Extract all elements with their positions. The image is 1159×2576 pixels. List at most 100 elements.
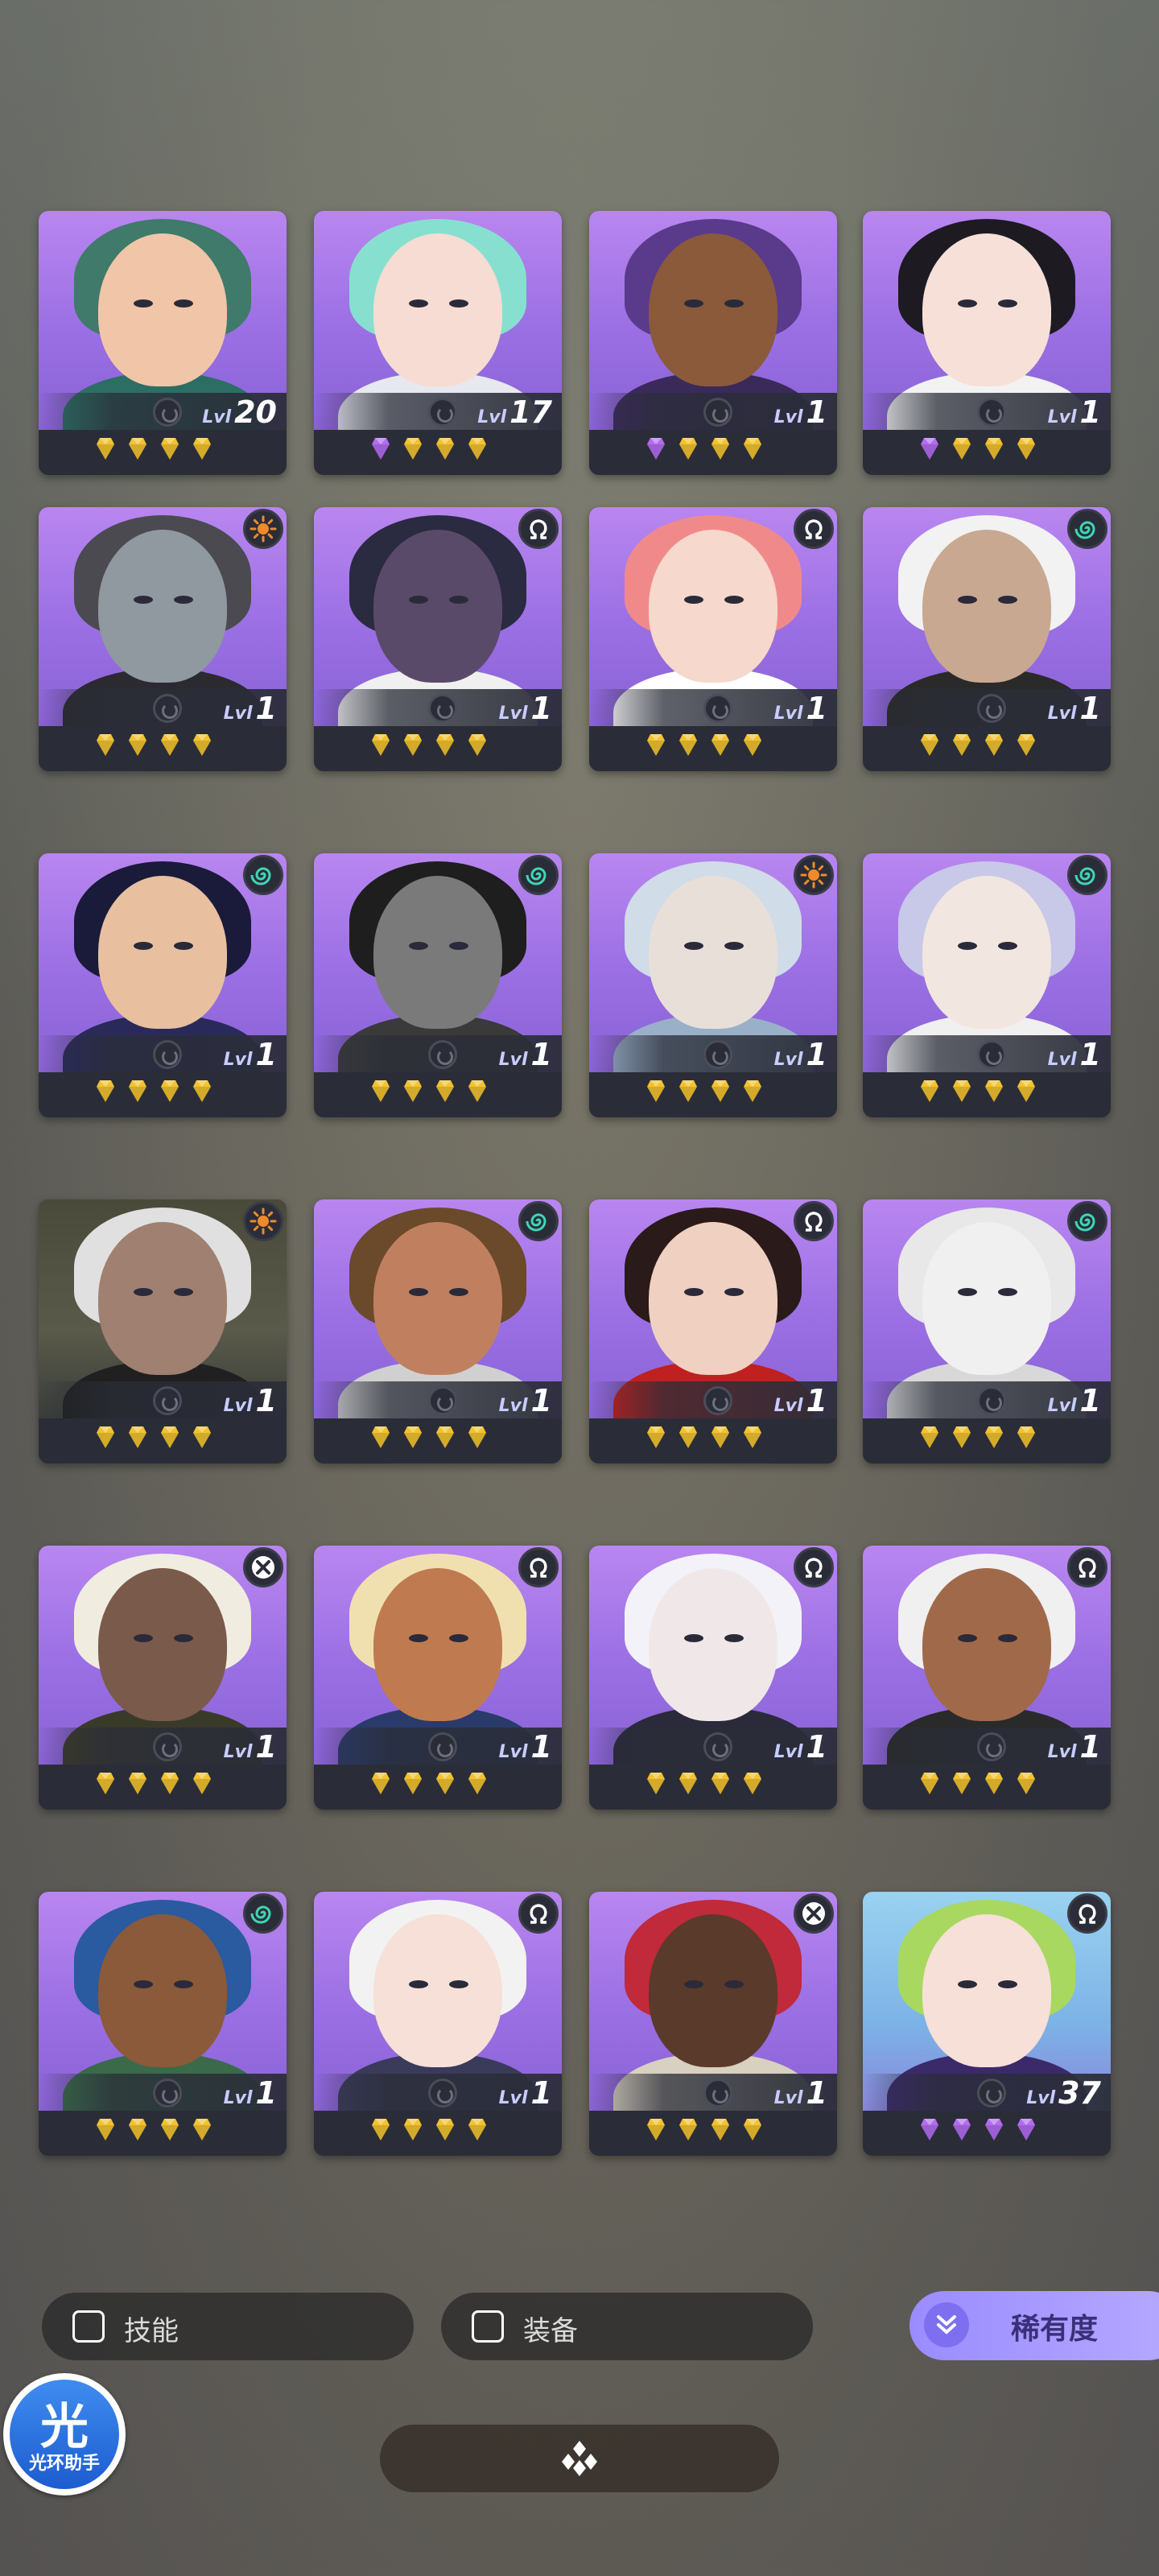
- gem-icon: [711, 733, 729, 757]
- equipment-checkbox[interactable]: [472, 2310, 504, 2343]
- gem-icon: [129, 733, 146, 757]
- level-label: Lvl: [223, 2088, 253, 2108]
- hero-card[interactable]: Lvl 1: [39, 1199, 287, 1463]
- level-number: 1: [530, 691, 552, 726]
- portrait-eye: [998, 1634, 1017, 1642]
- gem-icon: [744, 1771, 761, 1795]
- rarity-gems: [863, 436, 1111, 469]
- hero-card[interactable]: Lvl 1: [863, 211, 1111, 475]
- gem-icon: [193, 733, 211, 757]
- assistant-floating-button[interactable]: 光 光环助手: [3, 2373, 126, 2496]
- exp-ring-icon: [977, 1040, 1006, 1069]
- level-number: 1: [255, 1729, 277, 1765]
- gem-icon: [953, 436, 971, 460]
- hero-level: Lvl 1: [774, 1037, 827, 1072]
- level-label: Lvl: [1047, 1050, 1077, 1070]
- spiral-element-icon: [243, 1893, 283, 1934]
- hero-card[interactable]: Lvl 20: [39, 211, 287, 475]
- hero-card[interactable]: Lvl 1: [863, 1546, 1111, 1810]
- gem-icon: [985, 2117, 1003, 2141]
- hero-card[interactable]: Lvl 1: [863, 507, 1111, 771]
- spiral-element-icon: [1067, 509, 1107, 549]
- gem-icon: [97, 1079, 114, 1103]
- portrait-eye: [134, 942, 153, 950]
- exp-ring-icon: [703, 1040, 732, 1069]
- omega-element-icon: [518, 1893, 559, 1934]
- hero-card[interactable]: Lvl 1: [589, 1892, 837, 2156]
- exp-ring-icon: [153, 1732, 182, 1761]
- omega-element-icon: [794, 1547, 834, 1587]
- exp-ring-icon: [428, 398, 457, 427]
- layout-toggle-button[interactable]: [380, 2425, 779, 2492]
- equipment-filter-label: 装备: [523, 2315, 578, 2347]
- portrait-eye: [134, 1634, 153, 1642]
- hero-card[interactable]: Lvl 1: [39, 1892, 287, 2156]
- exp-ring-icon: [428, 2079, 457, 2107]
- level-label: Lvl: [498, 2088, 528, 2108]
- exp-ring-icon: [977, 1386, 1006, 1415]
- gem-icon: [404, 1771, 422, 1795]
- level-number: 1: [1079, 394, 1101, 430]
- portrait-face: [373, 233, 502, 386]
- hero-card[interactable]: Lvl 1: [314, 1892, 562, 2156]
- hero-card[interactable]: Lvl 1: [589, 1546, 837, 1810]
- filter-toolbar: 技能 装备 稀有度: [0, 2291, 1159, 2367]
- level-label: Lvl: [223, 1742, 253, 1762]
- hero-card[interactable]: Lvl 1: [314, 507, 562, 771]
- omega-element-icon: [518, 509, 559, 549]
- assistant-name: 光环助手: [28, 2454, 100, 2474]
- hero-card[interactable]: Lvl 1: [314, 1546, 562, 1810]
- portrait-face: [649, 876, 777, 1029]
- hero-card[interactable]: Lvl 37: [863, 1892, 1111, 2156]
- rarity-gems: [863, 1079, 1111, 1111]
- hero-card[interactable]: Lvl 1: [589, 507, 837, 771]
- level-number: 1: [255, 1037, 277, 1072]
- gem-icon: [129, 2117, 146, 2141]
- gem-icon: [744, 436, 761, 460]
- hero-card[interactable]: Lvl 1: [39, 507, 287, 771]
- level-label: Lvl: [1047, 1742, 1077, 1762]
- hero-card[interactable]: Lvl 1: [589, 853, 837, 1117]
- portrait-eye: [174, 299, 193, 308]
- portrait-face: [98, 1222, 227, 1375]
- hero-card[interactable]: Lvl 17: [314, 211, 562, 475]
- hero-card[interactable]: Lvl 1: [39, 1546, 287, 1810]
- portrait-face: [922, 233, 1051, 386]
- portrait-eye: [724, 1980, 744, 1988]
- portrait-eye: [134, 1980, 153, 1988]
- exp-ring-icon: [703, 398, 732, 427]
- gem-icon: [161, 1425, 179, 1449]
- equipment-filter-toggle[interactable]: 装备: [441, 2293, 813, 2360]
- rarity-gems: [39, 733, 287, 765]
- level-label: Lvl: [498, 704, 528, 724]
- rarity-gems: [589, 1425, 837, 1457]
- rarity-gems: [863, 1771, 1111, 1803]
- rarity-sort-button[interactable]: 稀有度: [909, 2291, 1159, 2360]
- skills-filter-toggle[interactable]: 技能: [42, 2293, 414, 2360]
- portrait-eye: [449, 942, 468, 950]
- portrait-face: [649, 233, 777, 386]
- hero-card[interactable]: Lvl 1: [863, 1199, 1111, 1463]
- gem-icon: [404, 733, 422, 757]
- exp-ring-icon: [153, 1386, 182, 1415]
- gem-icon: [372, 733, 390, 757]
- exp-ring-icon: [153, 694, 182, 723]
- hero-card[interactable]: Lvl 1: [39, 853, 287, 1117]
- skills-checkbox[interactable]: [72, 2310, 105, 2343]
- hero-level: Lvl 1: [1048, 1383, 1101, 1418]
- rarity-gems: [589, 1079, 837, 1111]
- gem-icon: [647, 733, 665, 757]
- gem-icon: [372, 2117, 390, 2141]
- hero-card[interactable]: Lvl 1: [589, 211, 837, 475]
- gem-icon: [953, 1771, 971, 1795]
- hero-card[interactable]: Lvl 1: [863, 853, 1111, 1117]
- hero-card[interactable]: Lvl 1: [589, 1199, 837, 1463]
- hero-card[interactable]: Lvl 1: [314, 853, 562, 1117]
- gem-icon: [711, 2117, 729, 2141]
- level-number: 37: [1058, 2075, 1101, 2111]
- portrait-eye: [134, 596, 153, 604]
- gem-icon: [468, 2117, 486, 2141]
- hero-card[interactable]: Lvl 1: [314, 1199, 562, 1463]
- gem-icon: [647, 2117, 665, 2141]
- gem-icon: [985, 1079, 1003, 1103]
